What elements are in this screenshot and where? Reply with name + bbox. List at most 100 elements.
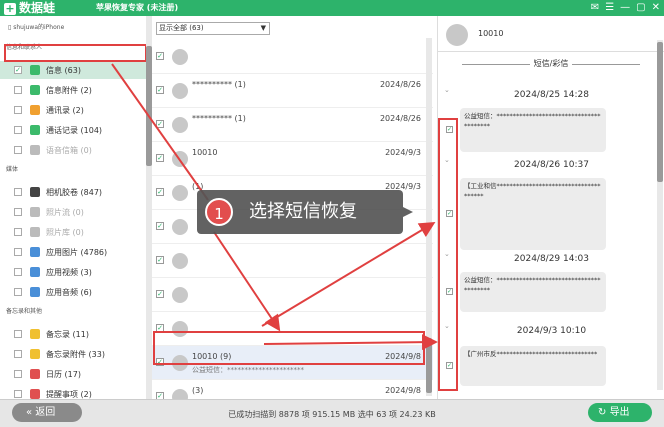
message-list-row[interactable]: ✓ ********** (1) 2024/8/26 xyxy=(152,108,433,142)
export-button[interactable]: ↻ 导出 xyxy=(588,403,652,422)
sidebar-item: 照片库 (0) xyxy=(0,223,150,241)
sidebar-section-title: 媒体 xyxy=(6,166,19,173)
mail-icon[interactable]: ✉ xyxy=(591,1,599,15)
detail-checkbox-highlight-box xyxy=(438,118,458,391)
category-icon xyxy=(30,105,40,115)
row-checkbox[interactable]: ✓ xyxy=(156,52,164,60)
sidebar-item[interactable]: 应用音频 (6) xyxy=(0,283,150,301)
message-list-row[interactable]: ✓ (3) 2024/9/8 xyxy=(152,380,433,399)
sidebar-item-checkbox[interactable] xyxy=(14,330,22,338)
filter-dropdown[interactable]: 显示全部 (63) ▼ xyxy=(156,22,270,35)
detail-scrollbar[interactable] xyxy=(657,40,663,390)
detail-scroll-thumb[interactable] xyxy=(657,42,663,182)
sidebar-item-checkbox[interactable] xyxy=(14,390,22,398)
tooltip-text: 选择短信恢复 xyxy=(249,201,357,222)
category-icon xyxy=(30,329,40,339)
sidebar-item-label: 备忘录附件 (33) xyxy=(46,349,105,359)
row-checkbox[interactable]: ✓ xyxy=(156,120,164,128)
sidebar-item-checkbox[interactable] xyxy=(14,106,22,114)
category-icon xyxy=(30,389,40,399)
row-date: 2024/8/26 xyxy=(379,114,421,123)
sidebar-item: 语音信箱 (0) xyxy=(0,141,150,159)
selected-row-highlight-box xyxy=(153,331,425,365)
list-scroll-thumb[interactable] xyxy=(426,338,432,393)
sidebar-item[interactable]: 提醒事项 (2) xyxy=(0,385,150,399)
sidebar-item-label: 相机胶卷 (847) xyxy=(46,187,103,197)
message-bubble: 【广州市反******************************* xyxy=(460,346,606,386)
row-checkbox[interactable]: ✓ xyxy=(156,290,164,298)
sidebar-item-label: 应用音频 (6) xyxy=(46,287,92,297)
sidebar-item-checkbox[interactable]: ✓ xyxy=(14,66,22,74)
detail-section-divider: 短信/彩信 xyxy=(462,58,640,69)
row-name: (3) xyxy=(192,386,204,395)
message-list-row[interactable]: ✓ xyxy=(152,40,433,74)
contact-avatar xyxy=(172,49,188,65)
sidebar-item-label: 应用视频 (3) xyxy=(46,267,92,277)
message-list-row[interactable]: ✓ ********** (1) 2024/8/26 xyxy=(152,74,433,108)
sidebar-item-checkbox[interactable] xyxy=(14,370,22,378)
row-checkbox[interactable]: ✓ xyxy=(156,256,164,264)
sidebar-item[interactable]: 备忘录附件 (33) xyxy=(0,345,150,363)
row-checkbox[interactable]: ✓ xyxy=(156,154,164,162)
row-checkbox[interactable]: ✓ xyxy=(156,86,164,94)
row-checkbox[interactable]: ✓ xyxy=(156,222,164,230)
divider-label: 短信/彩信 xyxy=(529,59,573,68)
export-label: 导出 xyxy=(609,407,630,418)
sidebar-item-checkbox[interactable] xyxy=(14,188,22,196)
row-checkbox[interactable]: ✓ xyxy=(156,188,164,196)
sidebar-item-checkbox[interactable] xyxy=(14,248,22,256)
sidebar-item-checkbox[interactable] xyxy=(14,268,22,276)
title-bar: + 数据蛙 苹果恢复专家 (未注册) ✉ ☰ — ▢ ✕ xyxy=(0,0,664,16)
sidebar-item-label: 应用图片 (4786) xyxy=(46,247,108,257)
row-checkbox[interactable]: ✓ xyxy=(156,392,164,399)
sidebar-item-checkbox[interactable] xyxy=(14,86,22,94)
message-bubble: 公益短信：***********************************… xyxy=(460,108,606,152)
message-date: 2024/9/3 10:10 xyxy=(516,326,587,336)
message-list-row[interactable]: ✓ xyxy=(152,244,433,278)
message-bubble: 公益短信：***********************************… xyxy=(460,272,606,312)
contact-avatar xyxy=(172,117,188,133)
sidebar-item-label: 通讯录 (2) xyxy=(46,105,84,115)
sidebar-item[interactable]: 日历 (17) xyxy=(0,365,150,383)
sidebar-item[interactable]: 通讯录 (2) xyxy=(0,101,150,119)
sidebar-item[interactable]: 备忘录 (11) xyxy=(0,325,150,343)
contact-avatar xyxy=(172,151,188,167)
row-date: 2024/8/26 xyxy=(379,80,421,89)
sidebar-item-checkbox[interactable] xyxy=(14,288,22,296)
category-icon xyxy=(30,187,40,197)
contact-avatar xyxy=(446,24,468,46)
list-scrollbar[interactable] xyxy=(426,38,432,396)
tooltip-pointer xyxy=(403,207,413,217)
message-list-row[interactable]: ✓ 10010 2024/9/3 xyxy=(152,142,433,176)
contact-avatar xyxy=(172,219,188,235)
window-controls: ✉ ☰ — ▢ ✕ xyxy=(591,1,660,15)
sidebar-item-label: 语音信箱 (0) xyxy=(46,145,92,155)
contact-avatar xyxy=(172,185,188,201)
sidebar-item-checkbox[interactable] xyxy=(14,350,22,358)
sidebar-item-checkbox[interactable] xyxy=(14,126,22,134)
app-title: 苹果恢复专家 (未注册) xyxy=(96,3,179,12)
sidebar-item[interactable]: 信息附件 (2) xyxy=(0,81,150,99)
menu-icon[interactable]: ☰ xyxy=(605,1,614,15)
category-icon xyxy=(30,287,40,297)
sidebar: ▯ shujuwa的iPhone 信息和联系人 ✓ 信息 (63) 信息附件 (2) 通… xyxy=(0,16,152,399)
sidebar-item-label: 信息附件 (2) xyxy=(46,85,92,95)
sidebar-item[interactable]: ✓ 信息 (63) xyxy=(0,61,150,79)
sidebar-item[interactable]: 通话记录 (104) xyxy=(0,121,150,139)
row-name: 10010 xyxy=(192,148,218,157)
sidebar-item-checkbox[interactable] xyxy=(14,146,22,154)
device-label: shujuwa的iPhone xyxy=(13,24,65,31)
message-date: 2024/8/26 10:37 xyxy=(514,160,589,170)
sidebar-item-checkbox[interactable] xyxy=(14,208,22,216)
sidebar-item-checkbox[interactable] xyxy=(14,228,22,236)
sidebar-item[interactable]: 应用视频 (3) xyxy=(0,263,150,281)
sidebar-item[interactable]: 相机胶卷 (847) xyxy=(0,183,150,201)
message-list-row[interactable]: ✓ xyxy=(152,278,433,312)
minimize-button[interactable]: — xyxy=(620,1,630,15)
category-icon xyxy=(30,247,40,257)
sidebar-item[interactable]: 应用图片 (4786) xyxy=(0,243,150,261)
contact-avatar xyxy=(172,389,188,399)
category-icon xyxy=(30,125,40,135)
maximize-button[interactable]: ▢ xyxy=(636,1,645,15)
close-button[interactable]: ✕ xyxy=(652,1,660,15)
